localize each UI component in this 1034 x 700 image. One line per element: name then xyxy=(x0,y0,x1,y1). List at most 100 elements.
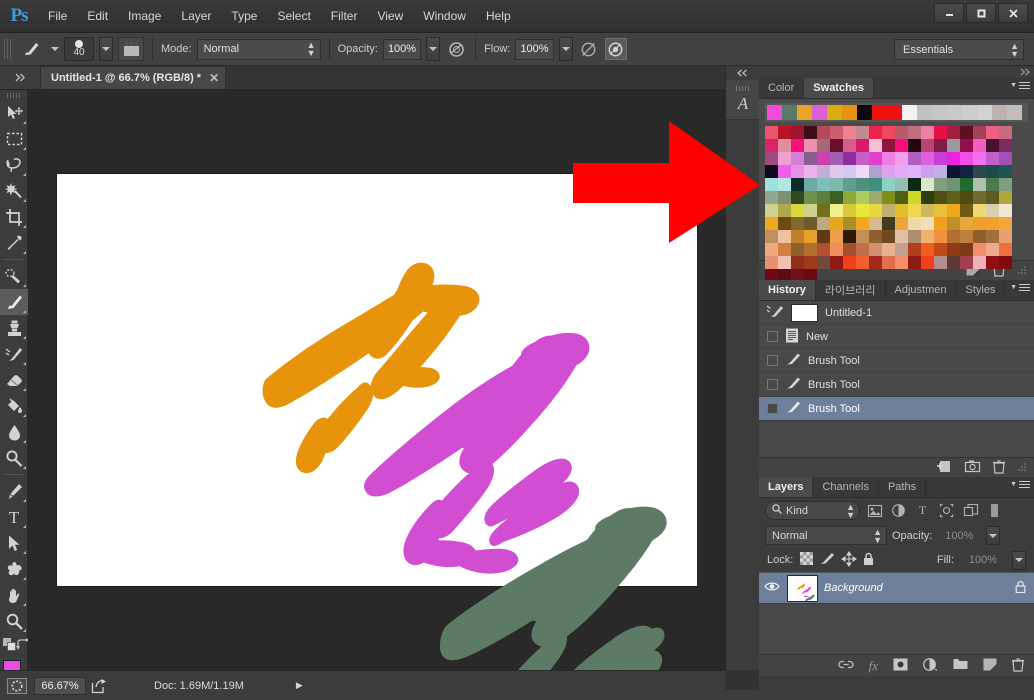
menu-window[interactable]: Window xyxy=(413,6,476,26)
color-swatch[interactable] xyxy=(934,230,947,243)
color-swatch[interactable] xyxy=(804,178,817,191)
recent-swatch[interactable] xyxy=(947,105,962,120)
color-swatch[interactable] xyxy=(921,217,934,230)
color-swatch[interactable] xyxy=(791,230,804,243)
recent-swatch[interactable] xyxy=(977,105,992,120)
history-brush-tool[interactable] xyxy=(0,341,28,367)
color-swatch[interactable] xyxy=(882,230,895,243)
color-swatch[interactable] xyxy=(934,256,947,269)
tools-panel-grip[interactable] xyxy=(0,90,27,100)
new-snapshot-icon[interactable] xyxy=(964,460,981,475)
layer-blend-mode-select[interactable]: Normal ▲ ▼ xyxy=(765,526,887,545)
dodge-tool[interactable] xyxy=(0,445,28,471)
layer-filter-toggle[interactable] xyxy=(985,501,1004,520)
color-swatch[interactable] xyxy=(791,204,804,217)
color-swatch[interactable] xyxy=(765,217,778,230)
menu-view[interactable]: View xyxy=(367,6,413,26)
color-swatch[interactable] xyxy=(882,178,895,191)
color-swatch[interactable] xyxy=(765,165,778,178)
flow-input[interactable]: 100% xyxy=(515,38,554,60)
color-swatch[interactable] xyxy=(895,204,908,217)
document-canvas[interactable] xyxy=(57,174,697,670)
color-swatch[interactable] xyxy=(791,178,804,191)
color-swatch[interactable] xyxy=(856,152,869,165)
color-swatch[interactable] xyxy=(999,204,1012,217)
new-layer-icon[interactable] xyxy=(983,658,997,674)
layers-panel-menu-button[interactable]: ▼ xyxy=(1010,481,1030,488)
recent-swatches-row[interactable] xyxy=(765,103,1028,122)
panel-resize-grip[interactable] xyxy=(1018,462,1026,474)
history-source-checkbox[interactable] xyxy=(767,403,778,414)
color-swatch[interactable] xyxy=(999,191,1012,204)
color-swatch[interactable] xyxy=(804,230,817,243)
color-swatch[interactable] xyxy=(791,243,804,256)
clone-stamp-tool[interactable] xyxy=(0,315,28,341)
color-swatch[interactable] xyxy=(908,243,921,256)
color-swatch[interactable] xyxy=(895,152,908,165)
color-swatch[interactable] xyxy=(999,165,1012,178)
opacity-dropdown[interactable] xyxy=(426,37,441,61)
color-swatch[interactable] xyxy=(817,191,830,204)
recent-swatch[interactable] xyxy=(812,105,827,120)
color-swatch[interactable] xyxy=(973,165,986,178)
options-bar-grip[interactable] xyxy=(4,39,13,59)
flow-dropdown[interactable] xyxy=(558,37,573,61)
recent-swatch[interactable] xyxy=(842,105,857,120)
layer-filter-kind-select[interactable]: Kind ▲ ▼ xyxy=(765,501,860,520)
delete-state-icon[interactable] xyxy=(993,459,1005,476)
color-swatch[interactable] xyxy=(960,126,973,139)
color-swatch[interactable] xyxy=(856,256,869,269)
color-swatch[interactable] xyxy=(934,152,947,165)
color-swatch[interactable] xyxy=(791,256,804,269)
color-swatch[interactable] xyxy=(908,152,921,165)
menu-type[interactable]: Type xyxy=(221,6,267,26)
color-swatch[interactable] xyxy=(765,256,778,269)
menu-file[interactable]: File xyxy=(38,6,77,26)
recent-swatch[interactable] xyxy=(887,105,902,120)
color-swatch[interactable] xyxy=(869,139,882,152)
color-swatch[interactable] xyxy=(778,191,791,204)
filter-adjustment-layers-icon[interactable] xyxy=(889,501,908,520)
color-swatch[interactable] xyxy=(973,217,986,230)
color-swatch[interactable] xyxy=(804,126,817,139)
color-swatch[interactable] xyxy=(778,165,791,178)
color-swatch[interactable] xyxy=(869,243,882,256)
color-swatch[interactable] xyxy=(895,243,908,256)
color-swatch[interactable] xyxy=(856,191,869,204)
color-swatch[interactable] xyxy=(856,139,869,152)
color-swatch[interactable] xyxy=(934,178,947,191)
color-swatch[interactable] xyxy=(986,217,999,230)
color-swatch[interactable] xyxy=(947,165,960,178)
color-swatch[interactable] xyxy=(869,217,882,230)
color-swatch[interactable] xyxy=(817,139,830,152)
color-swatch[interactable] xyxy=(791,217,804,230)
filter-shape-layers-icon[interactable] xyxy=(937,501,956,520)
color-swatch[interactable] xyxy=(908,230,921,243)
history-row-new[interactable]: New xyxy=(759,325,1034,349)
color-swatch[interactable] xyxy=(765,230,778,243)
color-swatch[interactable] xyxy=(791,152,804,165)
color-swatch[interactable] xyxy=(778,217,791,230)
opacity-input[interactable]: 100% xyxy=(382,38,422,60)
filter-pixel-layers-icon[interactable] xyxy=(865,501,884,520)
link-layers-icon[interactable] xyxy=(838,659,854,673)
color-swatch[interactable] xyxy=(973,152,986,165)
color-swatch[interactable] xyxy=(921,256,934,269)
color-swatch[interactable] xyxy=(804,256,817,269)
document-tab-close-icon[interactable]: ✕ xyxy=(209,71,219,85)
color-swatch[interactable] xyxy=(856,217,869,230)
color-swatch[interactable] xyxy=(999,217,1012,230)
color-swatch[interactable] xyxy=(843,126,856,139)
color-swatch[interactable] xyxy=(765,126,778,139)
color-swatch[interactable] xyxy=(804,165,817,178)
color-swatch[interactable] xyxy=(895,217,908,230)
color-swatch[interactable] xyxy=(895,139,908,152)
lock-position-icon[interactable] xyxy=(841,550,858,569)
color-swatch[interactable] xyxy=(895,178,908,191)
color-swatch[interactable] xyxy=(947,152,960,165)
color-swatch[interactable] xyxy=(999,243,1012,256)
tab-styles[interactable]: Styles xyxy=(957,280,1006,300)
color-swatch[interactable] xyxy=(960,165,973,178)
color-swatch[interactable] xyxy=(765,243,778,256)
color-swatch[interactable] xyxy=(973,178,986,191)
